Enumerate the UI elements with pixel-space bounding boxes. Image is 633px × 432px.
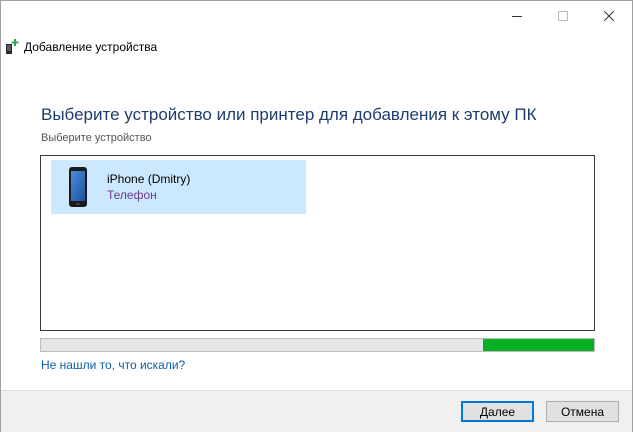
title-bar[interactable]	[1, 1, 632, 31]
window-controls	[494, 1, 632, 31]
search-progress-bar	[40, 338, 595, 352]
add-device-window: Добавление устройства Выберите устройств…	[0, 0, 633, 432]
device-texts: iPhone (Dmitry) Телефон	[107, 171, 190, 203]
dialog-footer: Далее Отмена	[1, 390, 632, 432]
window-title: Добавление устройства	[24, 40, 158, 54]
device-list[interactable]: iPhone (Dmitry) Телефон	[40, 155, 595, 331]
page-title: Выберите устройство или принтер для доба…	[41, 105, 537, 124]
next-button[interactable]: Далее	[461, 401, 534, 422]
maximize-button[interactable]	[540, 1, 586, 31]
device-type: Телефон	[107, 188, 157, 202]
close-icon	[604, 11, 614, 21]
close-button[interactable]	[586, 1, 632, 31]
device-item-iphone[interactable]: iPhone (Dmitry) Телефон	[51, 160, 306, 214]
phone-icon	[69, 167, 87, 207]
cancel-button[interactable]: Отмена	[546, 401, 619, 422]
not-found-link[interactable]: Не нашли то, что искали?	[41, 358, 185, 372]
app-header: Добавление устройства	[5, 38, 157, 56]
device-list-label: Выберите устройство	[41, 132, 152, 144]
minimize-icon	[512, 16, 522, 17]
device-name: iPhone (Dmitry)	[107, 172, 191, 186]
maximize-icon	[558, 11, 568, 21]
add-device-icon	[6, 39, 19, 54]
minimize-button[interactable]	[494, 1, 540, 31]
progress-chunk	[483, 339, 594, 351]
